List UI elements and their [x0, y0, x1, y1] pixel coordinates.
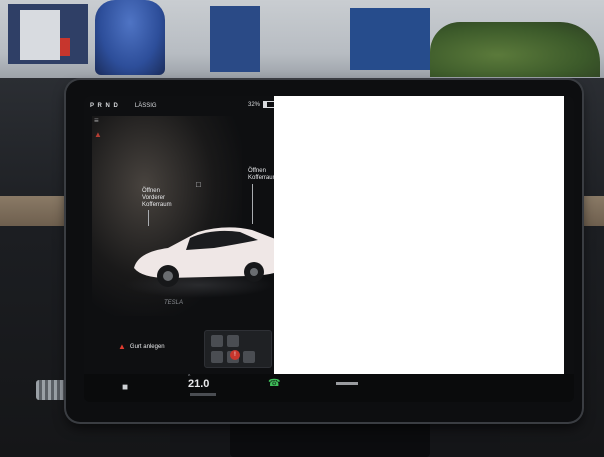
- car-brand: TESLA: [164, 300, 184, 306]
- warning-triangle-icon: ▲: [118, 342, 126, 351]
- seatbelt-warning-label: Gurt anlegen: [129, 343, 165, 350]
- bushes: [430, 22, 600, 77]
- seat-map: [204, 330, 272, 368]
- front-trunk-callout[interactable]: Öffnen Vorderer Kofferraum: [142, 188, 172, 209]
- photo-scene: P R N D LÄSSIG 32% ≡ ▲ Öffnen Vorderer K…: [0, 0, 604, 457]
- rear-hub: [250, 268, 258, 276]
- seat-front-left: [211, 335, 223, 347]
- front-trunk-line-2: Vorderer: [142, 195, 166, 201]
- seatbelt-warning: ▲ Gurt anlegen: [118, 342, 165, 351]
- status-bar: P R N D LÄSSIG: [90, 100, 157, 112]
- temp-indicator: [190, 393, 216, 396]
- seat-rear-right: [243, 351, 255, 363]
- console-bar: [230, 420, 430, 457]
- blue-sign: [350, 8, 430, 70]
- touchscreen: P R N D LÄSSIG 32% ≡ ▲ Öffnen Vorderer K…: [84, 96, 574, 402]
- windshield-view: [0, 0, 604, 90]
- driver-profile[interactable]: LÄSSIG: [135, 103, 157, 109]
- phone-icon[interactable]: ☎: [268, 378, 280, 389]
- blue-figure: [95, 0, 165, 75]
- seat-alert-icon: !: [230, 350, 240, 360]
- battery-fill: [264, 102, 268, 107]
- red-object: [60, 38, 70, 56]
- media-bar[interactable]: [336, 382, 358, 385]
- redacted-area: [274, 96, 564, 384]
- front-trunk-line-1: Öffnen: [142, 188, 160, 194]
- car-illustration: [134, 227, 287, 287]
- shop-window: [20, 10, 60, 60]
- cabin-temperature[interactable]: 21.0: [188, 378, 209, 390]
- seat-rear-left: [211, 351, 223, 363]
- seat-front-right: [227, 335, 239, 347]
- front-hub: [163, 271, 173, 281]
- front-trunk-line-3: Kofferraum: [142, 202, 172, 208]
- lock-icon[interactable]: □: [196, 180, 201, 189]
- blue-door: [210, 6, 260, 72]
- battery-status: 32%: [248, 101, 276, 108]
- gear-indicator: P R N D: [90, 103, 119, 109]
- battery-percent: 32%: [248, 101, 261, 108]
- bottom-dock: ■ ^ 21.0 ☎: [84, 374, 574, 402]
- car-icon[interactable]: ■: [122, 382, 128, 393]
